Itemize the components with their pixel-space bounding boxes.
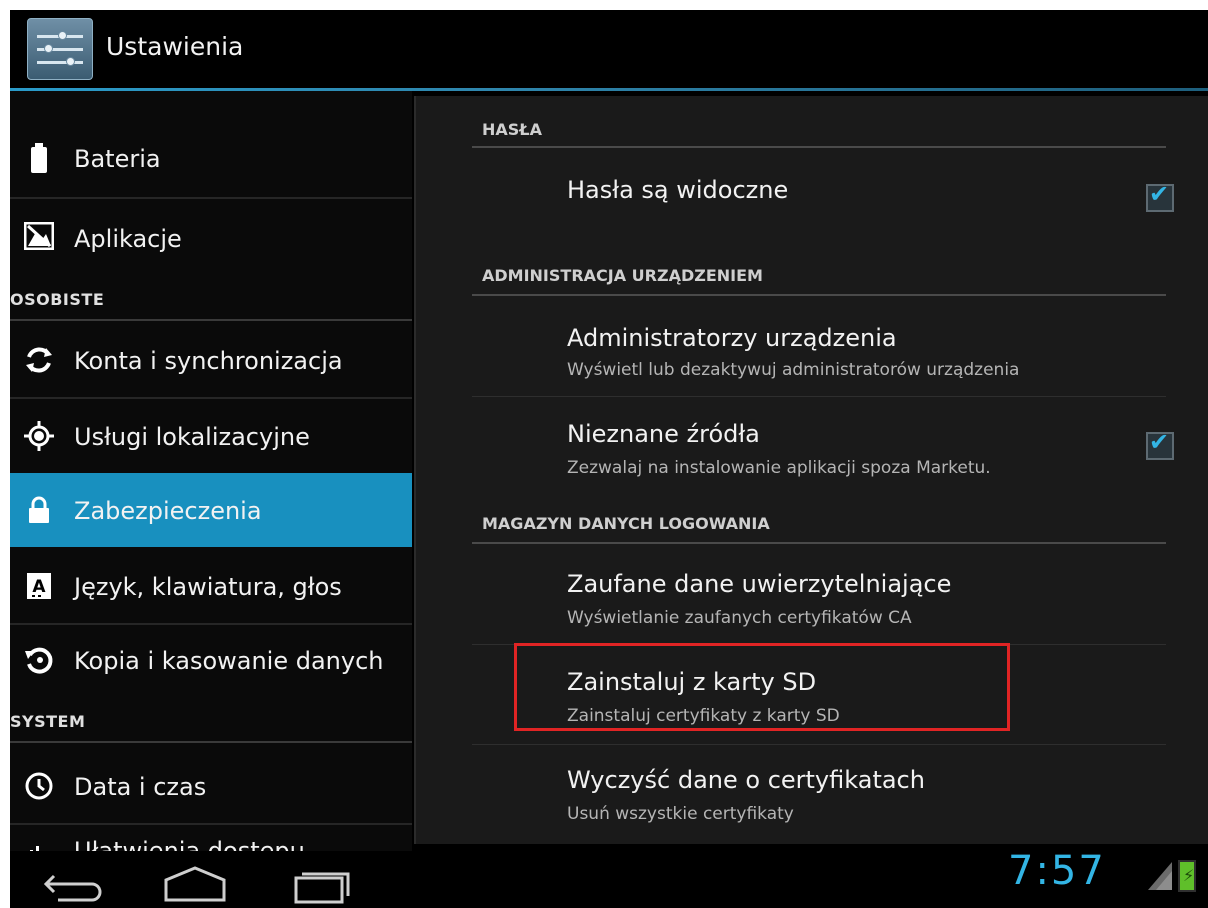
status-clock[interactable]: 7:57: [1008, 848, 1106, 894]
sidebar-item-label: Bateria: [74, 145, 161, 173]
battery-status-icon: ⚡: [1178, 860, 1196, 892]
sidebar-header-system: SYSTEM: [10, 712, 86, 731]
sidebar-item-applications[interactable]: Aplikacje: [10, 199, 412, 273]
clock-icon: [24, 769, 54, 803]
setting-passwords-visible[interactable]: Hasła są widoczne ✔: [472, 150, 1174, 242]
signal-icon: [1148, 862, 1172, 890]
setting-trusted-credentials[interactable]: Zaufane dane uwierzytelniające Wyświetla…: [472, 548, 1166, 644]
settings-sliders-icon[interactable]: [27, 18, 93, 80]
recent-apps-button[interactable]: [290, 864, 360, 904]
checkmark-icon: ✔: [1149, 180, 1170, 208]
section-header-device-admin: ADMINISTRACJA URZĄDZENIEM: [482, 266, 763, 285]
back-icon: [43, 874, 102, 902]
sidebar-item-backup-reset[interactable]: Kopia i kasowanie danych: [10, 623, 412, 697]
setting-title: Nieznane źródła: [567, 420, 760, 448]
divider: [472, 744, 1166, 745]
setting-title: Hasła są widoczne: [567, 176, 789, 204]
sidebar-item-label: Data i czas: [74, 773, 207, 801]
back-button[interactable]: [40, 864, 110, 904]
setting-unknown-sources[interactable]: Nieznane źródła Zezwalaj na instalowanie…: [472, 398, 1174, 498]
sidebar-item-label: Kopia i kasowanie danych: [74, 647, 384, 675]
divider: [472, 542, 1166, 544]
lock-icon: [24, 493, 54, 527]
sidebar-item-security[interactable]: Zabezpieczenia: [10, 473, 412, 547]
divider: [472, 396, 1166, 397]
settings-sidebar[interactable]: Bateria Aplikacje OSOBISTE Konta i synch…: [10, 91, 412, 851]
sidebar-item-label: Język, klawiatura, głos: [74, 573, 342, 601]
sidebar-item-label: Zabezpieczenia: [74, 497, 262, 525]
sidebar-item-language[interactable]: A Język, klawiatura, głos: [10, 549, 412, 623]
app-title: Ustawienia: [106, 32, 244, 61]
section-header-credential-storage: MAGAZYN DANYCH LOGOWANIA: [482, 514, 770, 533]
passwords-visible-checkbox[interactable]: ✔: [1146, 180, 1174, 212]
setting-summary: Wyświetl lub dezaktywuj administratorów …: [567, 360, 1020, 380]
sidebar-header-personal: OSOBISTE: [10, 290, 105, 309]
language-icon: A: [24, 569, 54, 603]
backup-icon: [24, 643, 54, 677]
tablet-screen: Ustawienia Bateria Aplikacje OSOBISTE Ko…: [10, 10, 1208, 908]
applications-icon: [24, 219, 54, 253]
divider: [10, 741, 412, 743]
setting-title: Zaufane dane uwierzytelniające: [567, 570, 952, 598]
battery-icon: [24, 141, 54, 175]
highlight-box: [514, 643, 1010, 731]
location-icon: [24, 419, 54, 453]
divider: [10, 319, 412, 321]
sidebar-item-battery[interactable]: Bateria: [10, 121, 412, 195]
sidebar-item-label: Usługi lokalizacyjne: [74, 423, 310, 451]
sidebar-item-accessibility[interactable]: Ułatwienia dostępu: [10, 823, 412, 851]
section-header-passwords: HASŁA: [482, 120, 542, 139]
home-icon: [164, 866, 226, 902]
sidebar-item-location[interactable]: Usługi lokalizacyjne: [10, 399, 412, 473]
home-button[interactable]: [160, 864, 230, 904]
setting-summary: Usuń wszystkie certyfikaty: [567, 804, 794, 824]
setting-title: Wyczyść dane o certyfikatach: [567, 766, 925, 794]
accessibility-icon: [24, 839, 54, 851]
sidebar-item-label: Konta i synchronizacja: [74, 347, 343, 375]
unknown-sources-checkbox[interactable]: ✔: [1146, 428, 1174, 460]
security-settings-panel[interactable]: HASŁA Hasła są widoczne ✔ ADMINISTRACJA …: [414, 96, 1208, 844]
setting-title: Administratorzy urządzenia: [567, 324, 897, 352]
recent-apps-icon: [294, 872, 350, 904]
sidebar-item-label: Aplikacje: [74, 225, 182, 253]
sync-icon: [24, 343, 54, 377]
divider: [472, 146, 1166, 148]
setting-summary: Wyświetlanie zaufanych certyfikatów CA: [567, 608, 912, 628]
setting-clear-credentials[interactable]: Wyczyść dane o certyfikatach Usuń wszyst…: [472, 746, 1166, 842]
svg-text:A: A: [32, 577, 46, 597]
sidebar-item-accounts-sync[interactable]: Konta i synchronizacja: [10, 323, 412, 397]
sidebar-item-label: Ułatwienia dostępu: [74, 837, 305, 851]
checkmark-icon: ✔: [1149, 428, 1170, 456]
setting-summary: Zezwalaj na instalowanie aplikacji spoza…: [567, 458, 991, 478]
action-bar: Ustawienia: [10, 10, 1208, 88]
setting-device-administrators[interactable]: Administratorzy urządzenia Wyświetl lub …: [472, 300, 1166, 396]
sidebar-item-date-time[interactable]: Data i czas: [10, 749, 412, 823]
divider: [472, 294, 1166, 296]
